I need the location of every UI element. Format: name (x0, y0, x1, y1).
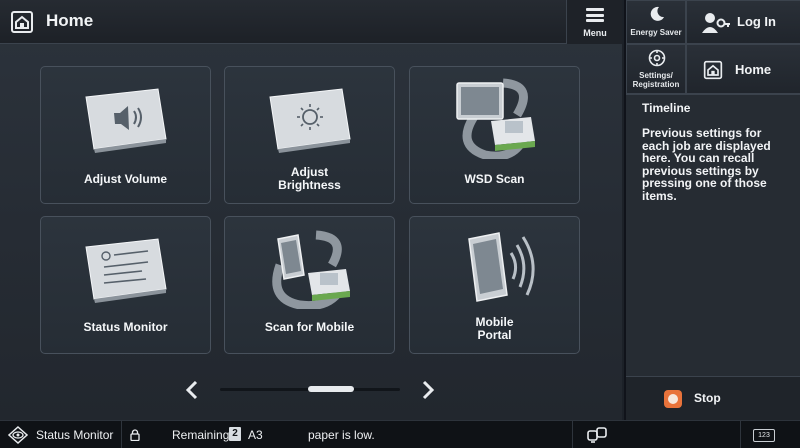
stop-icon (664, 390, 682, 408)
device-link-icon (587, 427, 607, 443)
menu-label: Menu (583, 28, 607, 38)
remaining-label: Remaining (172, 428, 230, 442)
speaker-volume-icon (85, 88, 167, 153)
keypad-icon: 123 (753, 429, 775, 442)
hamburger-icon (586, 8, 604, 22)
energy-saver-label: Energy Saver (630, 28, 682, 37)
adjust-volume-tile[interactable]: Adjust Volume (40, 66, 211, 204)
tile-label: WSD Scan (464, 172, 525, 186)
lock-icon (130, 429, 140, 441)
main-area: Home Menu Adjust Volume Adjust Brightnes… (0, 0, 622, 420)
status-bar: Status Monitor Remaining 2 A3 paper is l… (0, 420, 800, 448)
status-monitor-icon (85, 238, 167, 303)
mobile-portal-icon (468, 232, 535, 302)
right-panel: Energy Saver Log In Settings/ Registrati… (624, 0, 800, 420)
brightness-sun-icon (269, 88, 351, 153)
timeline-description: Previous settings for each job are displ… (642, 126, 771, 203)
status-monitor-button[interactable]: Status Monitor (0, 421, 122, 448)
numeric-keypad-button[interactable]: 123 (740, 421, 800, 448)
moon-icon (650, 6, 664, 21)
mobile-portal-tile[interactable]: Mobile Portal (409, 216, 580, 354)
stop-button[interactable]: Stop (626, 376, 800, 420)
adjust-brightness-tile[interactable]: Adjust Brightness (224, 66, 395, 204)
menu-button[interactable]: Menu (566, 0, 622, 44)
timeline-title: Timeline (642, 101, 691, 115)
settings-registration-button[interactable]: Settings/ Registration (626, 44, 686, 94)
remaining-count-badge: 2 (229, 427, 241, 441)
tile-label: Status Monitor (83, 320, 168, 334)
login-label: Log In (737, 14, 776, 29)
energy-saver-button[interactable]: Energy Saver (626, 0, 686, 44)
eye-icon (8, 426, 28, 444)
device-switch-button[interactable] (572, 421, 620, 448)
page-indicator-current (308, 386, 354, 392)
home-icon (703, 60, 723, 80)
timeline-panel: Timeline Previous settings for each job … (626, 94, 800, 376)
home-icon (11, 11, 33, 33)
tile-label: Mobile Portal (475, 315, 514, 342)
wsd-scan-icon (456, 78, 535, 159)
tile-label: Scan for Mobile (264, 320, 355, 334)
page-title: Home (46, 11, 94, 30)
settings-gear-icon (648, 49, 666, 67)
status-monitor-tile[interactable]: Status Monitor (40, 216, 211, 354)
chevron-right-icon[interactable] (418, 378, 438, 402)
paper-status-message: paper is low. (308, 428, 375, 442)
scan-for-mobile-icon (272, 230, 350, 309)
paper-size: A3 (248, 428, 263, 442)
tile-label: Adjust Brightness (278, 165, 341, 192)
login-button[interactable]: Log In (686, 0, 800, 44)
tile-label: Adjust Volume (83, 172, 168, 186)
header-bar: Home Menu (0, 0, 622, 44)
home-button-label: Home (735, 62, 772, 77)
scan-for-mobile-tile[interactable]: Scan for Mobile (224, 216, 395, 354)
home-button[interactable]: Home (686, 44, 800, 94)
chevron-left-icon[interactable] (182, 378, 202, 402)
status-monitor-label: Status Monitor (36, 428, 114, 442)
wsd-scan-tile[interactable]: WSD Scan (409, 66, 580, 204)
user-key-icon (702, 13, 730, 33)
stop-label: Stop (694, 391, 721, 405)
settings-registration-label: Settings/ Registration (632, 71, 680, 89)
